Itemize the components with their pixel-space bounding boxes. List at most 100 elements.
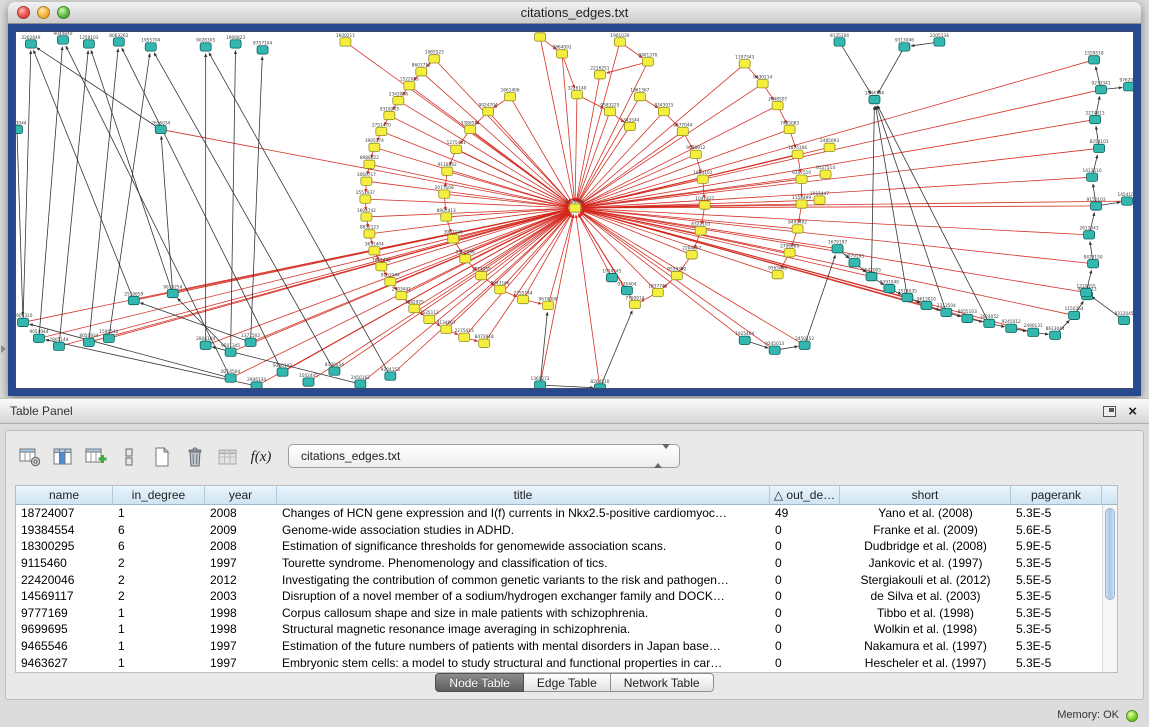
graph-node[interactable]: [941, 308, 952, 316]
graph-node[interactable]: [277, 368, 288, 376]
tab-network-table[interactable]: Network Table: [611, 673, 714, 692]
function-builder-icon[interactable]: f(x): [249, 445, 273, 469]
graph-node[interactable]: [225, 374, 236, 382]
table-row[interactable]: 1830029562008Estimation of significance …: [16, 538, 1102, 555]
graph-node[interactable]: [83, 40, 94, 48]
table-row[interactable]: 946362711997Embryonic stem cells: a mode…: [16, 654, 1102, 671]
graph-node[interactable]: [739, 336, 750, 344]
close-panel-icon[interactable]: ×: [1128, 404, 1137, 419]
minimize-window-icon[interactable]: [37, 6, 50, 19]
graph-node[interactable]: [103, 334, 114, 342]
graph-node[interactable]: [393, 96, 404, 104]
graph-node[interactable]: [441, 325, 452, 333]
graph-node[interactable]: [832, 245, 843, 253]
table-row[interactable]: 1872400712008Changes of HCN gene express…: [16, 505, 1102, 522]
graph-node[interactable]: [606, 273, 617, 281]
import-table-icon[interactable]: [216, 445, 240, 469]
graph-node[interactable]: [899, 43, 910, 51]
graph-node[interactable]: [303, 378, 314, 386]
table-row[interactable]: 911546021997Tourette syndrome. Phenomeno…: [16, 555, 1102, 572]
graph-node[interactable]: [772, 101, 783, 109]
graph-node[interactable]: [824, 143, 835, 151]
graph-node[interactable]: [1094, 144, 1105, 152]
table-row[interactable]: 1938455462009Genome-wide association stu…: [16, 522, 1102, 539]
graph-node[interactable]: [739, 60, 750, 68]
table-row[interactable]: 2242004622012Investigating the contribut…: [16, 571, 1102, 588]
graph-node[interactable]: [792, 225, 803, 233]
graph-node[interactable]: [465, 125, 476, 133]
tab-edge-table[interactable]: Edge Table: [524, 673, 611, 692]
graph-node[interactable]: [505, 92, 516, 100]
graph-node[interactable]: [441, 213, 452, 221]
graph-node[interactable]: [624, 122, 635, 130]
graph-node[interactable]: [695, 227, 706, 235]
graph-node[interactable]: [385, 372, 396, 380]
graph-node[interactable]: [518, 295, 529, 303]
graph-node[interactable]: [866, 272, 877, 280]
graph-node[interactable]: [934, 38, 945, 46]
column-header-out_degree[interactable]: △ out_de…: [770, 486, 840, 505]
graph-node[interactable]: [460, 255, 471, 263]
graph-node[interactable]: [884, 284, 895, 292]
graph-node[interactable]: [697, 175, 708, 183]
float-panel-icon[interactable]: [1103, 406, 1116, 417]
column-header-name[interactable]: name: [16, 486, 113, 505]
graph-node[interactable]: [796, 175, 807, 183]
graph-node[interactable]: [200, 341, 211, 349]
column-header-in_degree[interactable]: in_degree: [113, 486, 205, 505]
graph-node[interactable]: [479, 339, 490, 347]
graph-node[interactable]: [225, 348, 236, 356]
graph-node[interactable]: [385, 277, 396, 285]
graph-node[interactable]: [535, 381, 546, 388]
zoom-window-icon[interactable]: [57, 6, 70, 19]
graph-node[interactable]: [245, 338, 256, 346]
graph-node[interactable]: [57, 36, 68, 44]
graph-node[interactable]: [570, 204, 581, 212]
graph-node[interactable]: [424, 315, 435, 323]
table-row[interactable]: 1456911722003Disruption of a novel membe…: [16, 588, 1102, 605]
graph-node[interactable]: [396, 291, 407, 299]
graph-node[interactable]: [629, 300, 640, 308]
graph-node[interactable]: [416, 68, 427, 76]
graph-node[interactable]: [796, 200, 807, 208]
row-height-icon[interactable]: [117, 445, 141, 469]
graph-node[interactable]: [699, 201, 710, 209]
graph-node[interactable]: [409, 304, 420, 312]
graph-node[interactable]: [1096, 85, 1107, 93]
graph-node[interactable]: [360, 195, 371, 203]
graph-node[interactable]: [869, 95, 880, 103]
graph-node[interactable]: [448, 235, 459, 243]
new-file-icon[interactable]: [150, 445, 174, 469]
graph-node[interactable]: [614, 38, 625, 46]
graph-node[interactable]: [364, 230, 375, 238]
close-window-icon[interactable]: [17, 6, 30, 19]
graph-node[interactable]: [1124, 83, 1133, 91]
graph-node[interactable]: [594, 71, 605, 79]
graph-node[interactable]: [1006, 324, 1017, 332]
graph-node[interactable]: [814, 196, 825, 204]
graph-node[interactable]: [17, 318, 28, 326]
graph-node[interactable]: [1050, 331, 1061, 339]
graph-node[interactable]: [642, 58, 653, 66]
graph-node[interactable]: [495, 285, 506, 293]
column-header-year[interactable]: year: [205, 486, 277, 505]
graph-node[interactable]: [652, 288, 663, 296]
scrollbar-thumb[interactable]: [1105, 508, 1115, 600]
graph-node[interactable]: [572, 90, 583, 98]
graph-node[interactable]: [757, 80, 768, 88]
graph-node[interactable]: [384, 111, 395, 119]
graph-node[interactable]: [355, 380, 366, 388]
graph-node[interactable]: [1087, 173, 1098, 181]
table-row[interactable]: 946554611997Estimation of the future num…: [16, 638, 1102, 655]
graph-node[interactable]: [113, 38, 124, 46]
graph-node[interactable]: [799, 341, 810, 349]
graph-node[interactable]: [543, 301, 554, 309]
graph-node[interactable]: [16, 125, 22, 133]
graph-node[interactable]: [53, 342, 64, 350]
graph-node[interactable]: [604, 107, 615, 115]
graph-node[interactable]: [1091, 202, 1102, 210]
graph-node[interactable]: [849, 259, 860, 267]
column-header-title[interactable]: title: [277, 486, 770, 505]
graph-node[interactable]: [429, 55, 440, 63]
table-row[interactable]: 977716911998Corpus callosum shape and si…: [16, 605, 1102, 622]
